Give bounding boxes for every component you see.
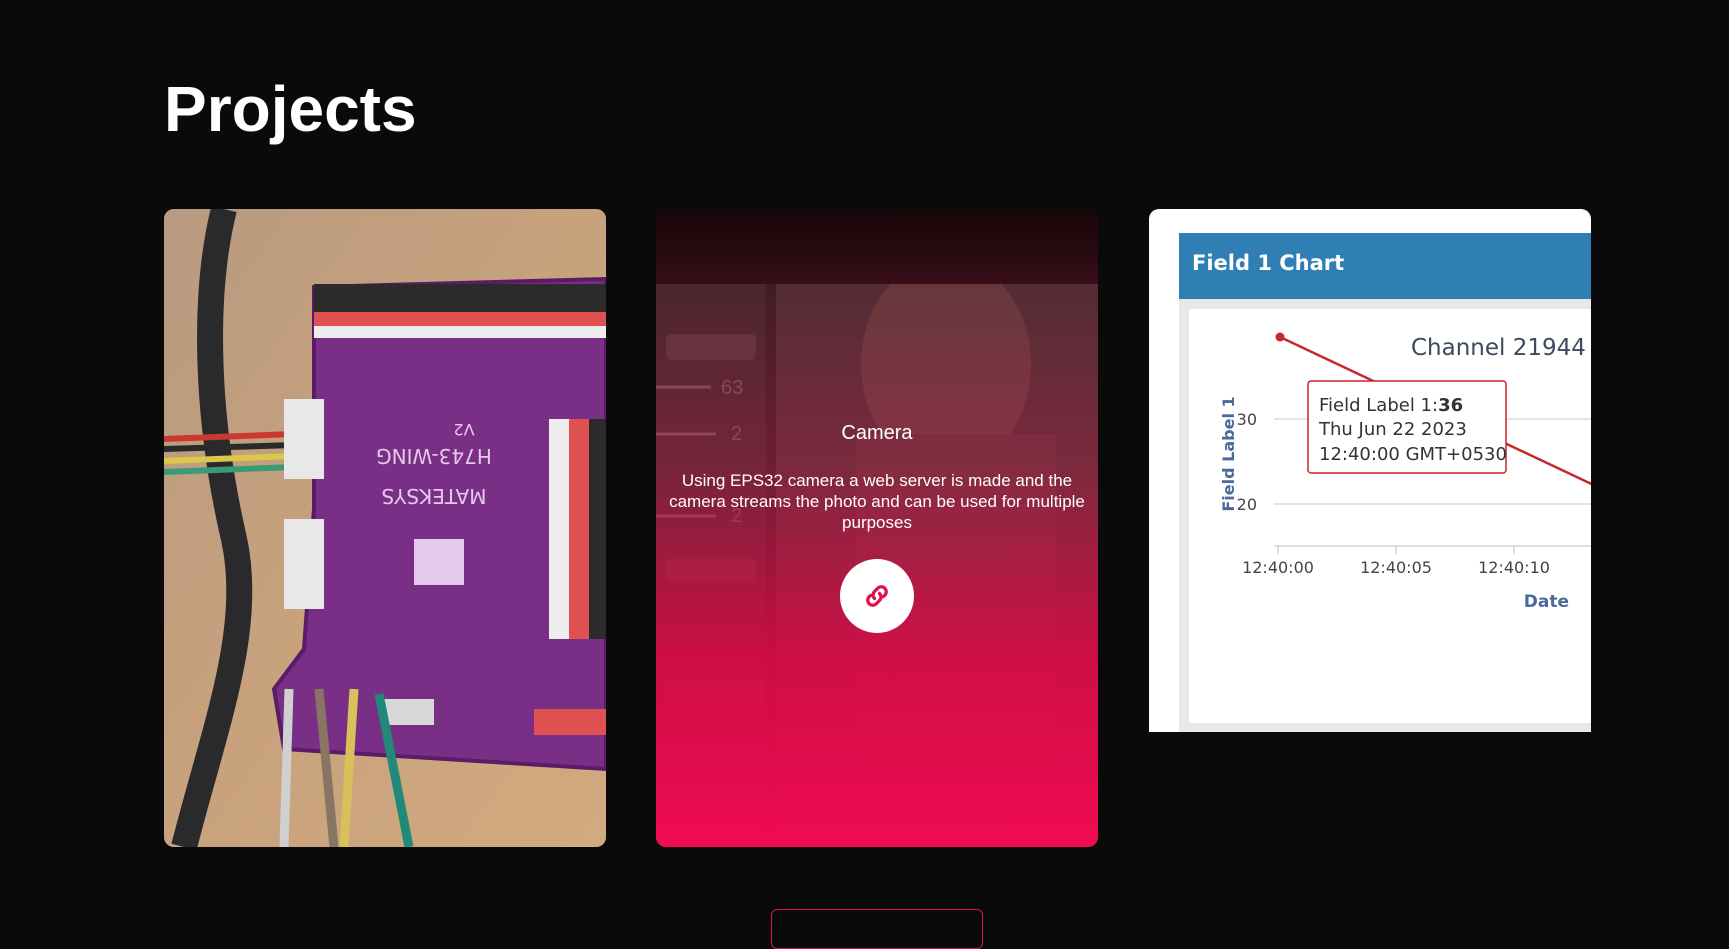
- chart-header: Field 1 Chart: [1179, 233, 1591, 299]
- data-point-0: [1275, 332, 1285, 342]
- circuit-board-photo: MATEKSYS H743-WING V2: [164, 209, 606, 847]
- svg-text:MATEKSYS: MATEKSYS: [382, 484, 487, 508]
- section-title: Projects: [164, 73, 417, 145]
- tooltip-time: 12:40:00 GMT+0530: [1319, 444, 1507, 465]
- tooltip-date: Thu Jun 22 2023: [1318, 419, 1467, 440]
- x-tick-label-0: 12:40:00: [1242, 558, 1314, 577]
- card-title: Camera: [841, 422, 913, 444]
- x-tick-label-1: 12:40:05: [1360, 558, 1432, 577]
- link-icon: [866, 585, 888, 607]
- chart-title: Channel 21944: [1411, 335, 1586, 361]
- more-projects-button[interactable]: [771, 909, 983, 949]
- project-card-chart[interactable]: Field 1 Chart Channel 21944 Field Label …: [1149, 209, 1591, 732]
- svg-text:V2: V2: [453, 420, 474, 439]
- x-tick-label-2: 12:40:10: [1478, 558, 1550, 577]
- card-description: Using EPS32 camera a web server is made …: [669, 471, 1085, 532]
- chart-x-label: Date: [1524, 592, 1569, 612]
- svg-text:H743-WING: H743-WING: [376, 444, 492, 468]
- project-card-board[interactable]: MATEKSYS H743-WING V2: [164, 209, 606, 847]
- project-link-button[interactable]: [840, 559, 914, 633]
- project-card-camera[interactable]: 63 2 2 Camera Using EPS32 camera a web s…: [656, 209, 1098, 847]
- chart-tooltip: Field Label 1:36 Thu Jun 22 2023 12:40:0…: [1307, 380, 1507, 474]
- y-tick-label-1: 30: [1237, 410, 1257, 429]
- chart-frame: Channel 21944 Field Label 1 Date 20 30 12…: [1179, 299, 1591, 732]
- tooltip-label: Field Label 1:36: [1319, 395, 1463, 416]
- chart-area: Channel 21944 Field Label 1 Date 20 30 12…: [1189, 309, 1591, 723]
- y-tick-label-0: 20: [1237, 495, 1257, 514]
- chart-y-label: Field Label 1: [1219, 396, 1238, 511]
- line-chart: Channel 21944 Field Label 1 Date 20 30 12…: [1219, 332, 1591, 612]
